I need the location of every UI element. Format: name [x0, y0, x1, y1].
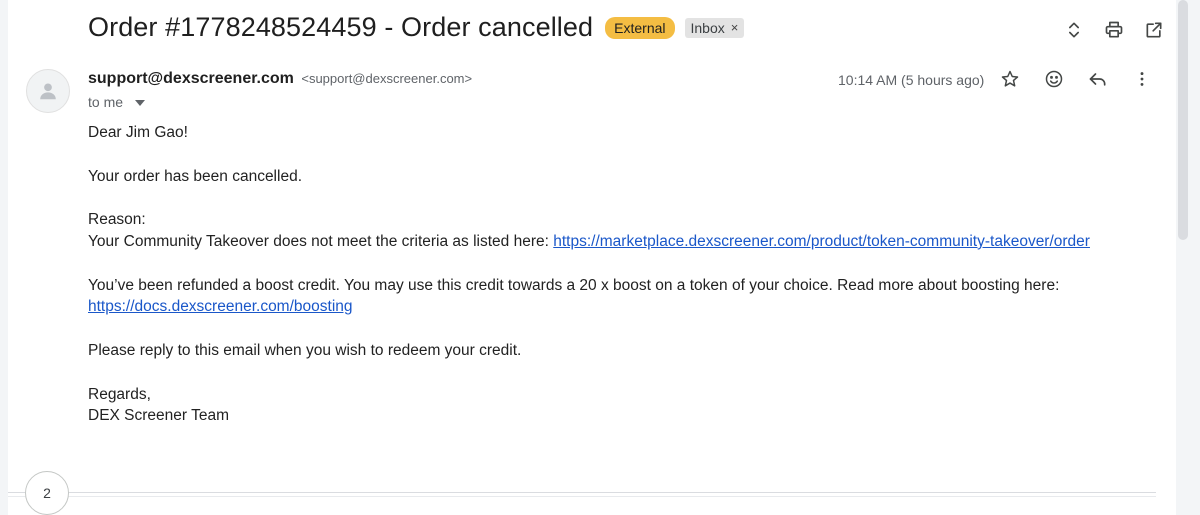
signature: DEX Screener Team: [88, 407, 229, 425]
open-in-new-window-icon[interactable]: [1142, 18, 1166, 42]
person-icon: [40, 83, 56, 100]
greeting: Dear Jim Gao!: [88, 124, 188, 141]
boosting-docs-link[interactable]: https://docs.dexscreener.com/boosting: [88, 298, 353, 315]
reason-label: Reason:: [88, 211, 146, 229]
recipient-details-toggle[interactable]: to me: [88, 94, 146, 110]
divider: [8, 492, 1156, 493]
star-icon[interactable]: [998, 67, 1022, 91]
sender-name[interactable]: support@dexscreener.com: [88, 70, 294, 87]
emoji-reaction-icon[interactable]: [1042, 67, 1066, 91]
sender-line: support@dexscreener.com <support@dexscre…: [88, 70, 472, 88]
refund-text: You’ve been refunded a boost credit. You…: [88, 276, 1060, 294]
message-actions: [998, 67, 1154, 91]
print-icon[interactable]: [1102, 18, 1126, 42]
thread-toolbar: [1062, 18, 1166, 42]
email-view: Order #1778248524459 - Order cancelled E…: [8, 0, 1176, 515]
reply-instruction: Please reply to this email when you wish…: [88, 341, 522, 359]
cancellation-notice: Your order has been cancelled.: [88, 167, 302, 185]
recipient-text: to me: [88, 94, 124, 110]
criteria-link[interactable]: https://marketplace.dexscreener.com/prod…: [553, 233, 1090, 250]
scrollbar[interactable]: [1176, 0, 1200, 515]
remove-label-icon[interactable]: ×: [731, 20, 739, 35]
scrollbar-thumb[interactable]: [1178, 0, 1188, 240]
chevron-down-icon[interactable]: [135, 100, 146, 106]
email-body: Dear Jim Gao! Your order has been cancel…: [88, 122, 1168, 449]
refund-paragraph: You’ve been refunded a boost credit. You…: [88, 275, 1168, 319]
expand-collapse-icon[interactable]: [1062, 18, 1086, 42]
inbox-label-text: Inbox: [690, 19, 725, 36]
email-subject: Order #1778248524459 - Order cancelled: [88, 12, 594, 42]
reply-icon[interactable]: [1086, 67, 1110, 91]
external-label-badge: External: [605, 16, 675, 39]
thread-count-badge[interactable]: 2: [25, 471, 69, 515]
inbox-label-chip[interactable]: Inbox ×: [684, 17, 745, 38]
signature-block: Regards, DEX Screener Team: [88, 384, 1168, 428]
message-timestamp: 10:14 AM (5 hours ago): [838, 72, 985, 88]
more-vert-icon[interactable]: [1130, 67, 1154, 91]
sender-email: <support@dexscreener.com>: [301, 71, 473, 86]
reason-text: Your Community Takeover does not meet th…: [88, 232, 554, 250]
subject-row: Order #1778248524459 - Order cancelled E…: [88, 12, 745, 43]
divider: [8, 496, 1156, 497]
reason-paragraph: Reason: Your Community Takeover does not…: [88, 209, 1168, 253]
sender-avatar[interactable]: [26, 69, 70, 113]
signoff: Regards,: [88, 385, 151, 403]
